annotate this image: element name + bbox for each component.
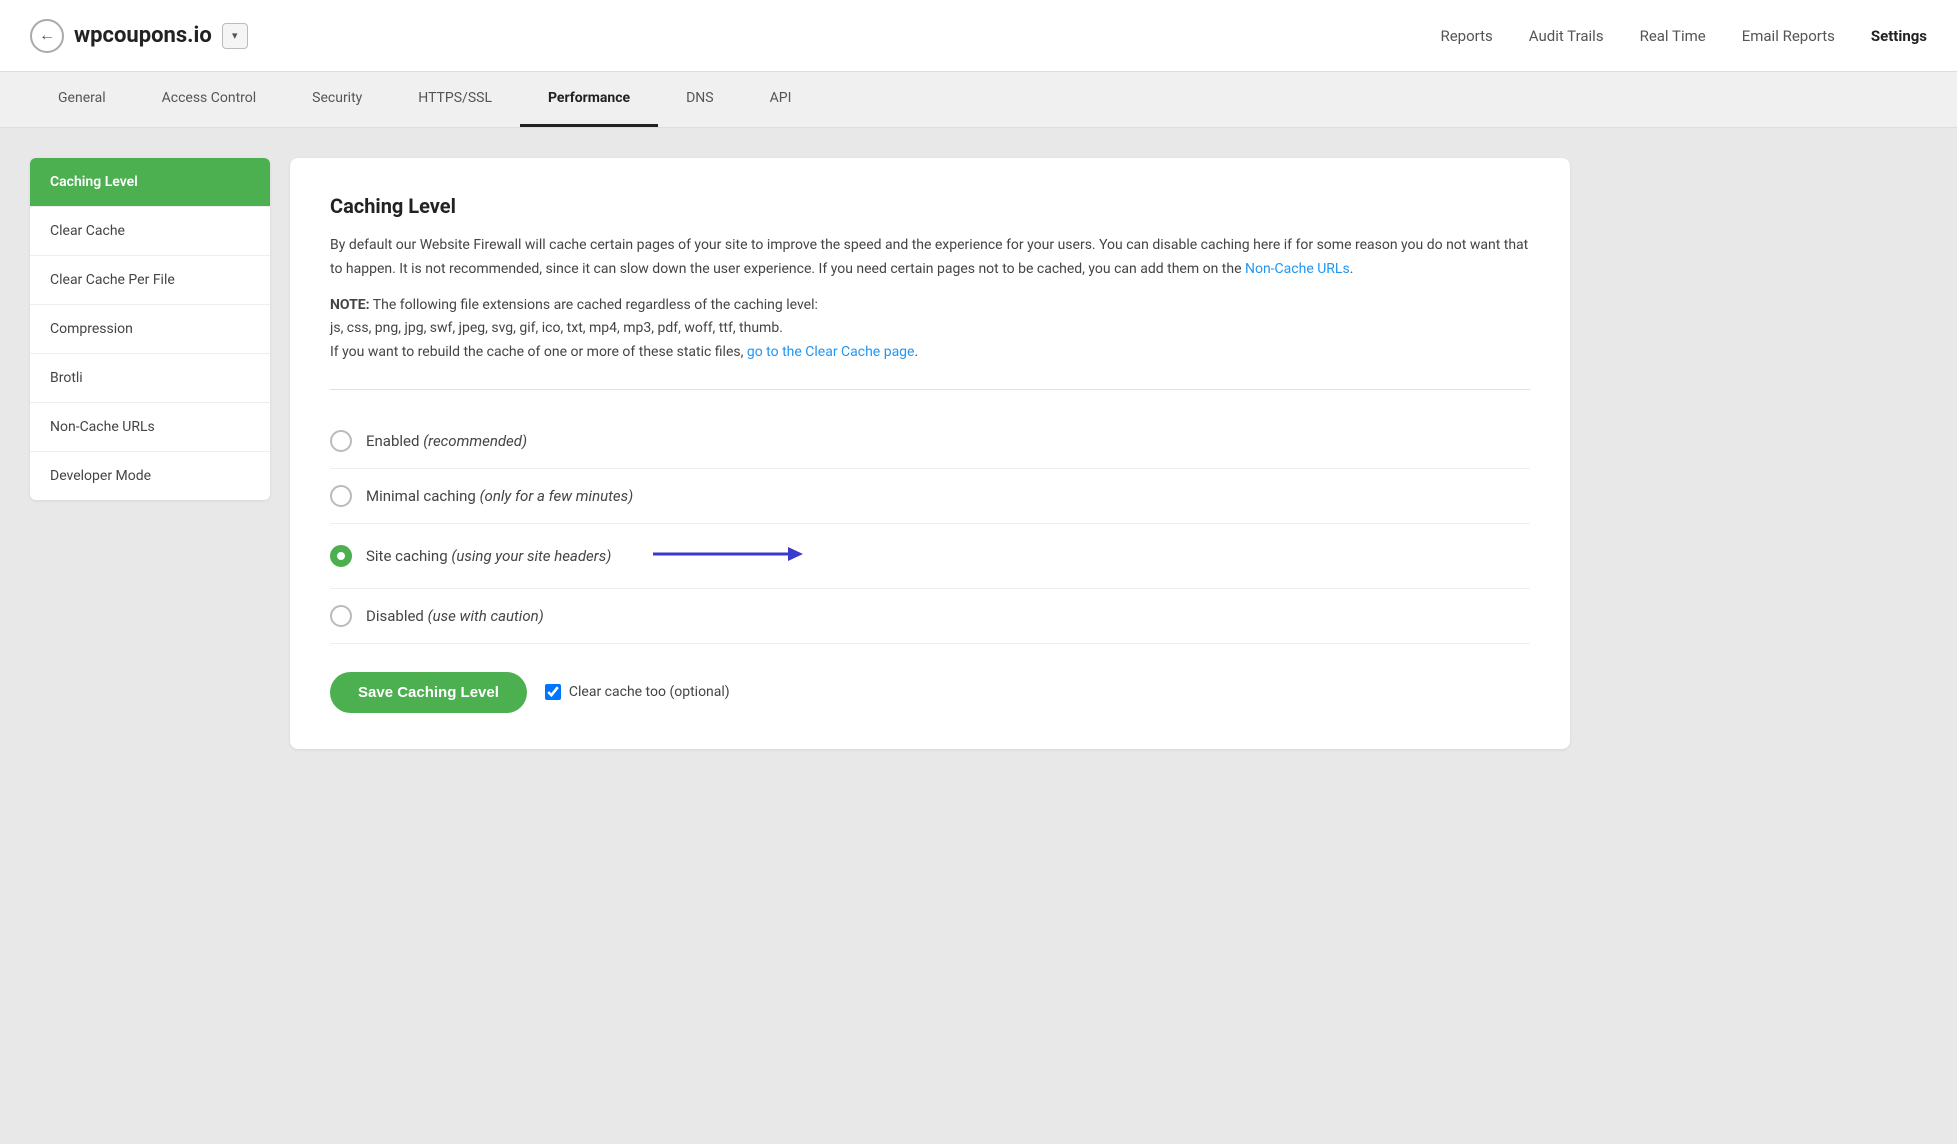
sidebar-item-developer-mode[interactable]: Developer Mode	[30, 452, 270, 500]
header: ← wpcoupons.io ▾ Reports Audit Trails Re…	[0, 0, 1957, 72]
nav-settings[interactable]: Settings	[1871, 27, 1927, 45]
sidebar-item-caching-level[interactable]: Caching Level	[30, 158, 270, 207]
content-panel: Caching Level By default our Website Fir…	[290, 158, 1570, 749]
radio-option-minimal[interactable]: Minimal caching (only for a few minutes)	[330, 469, 1530, 524]
header-nav: Reports Audit Trails Real Time Email Rep…	[1440, 27, 1927, 45]
radio-site-caching[interactable]	[330, 545, 352, 567]
sidebar-item-brotli[interactable]: Brotli	[30, 354, 270, 403]
tab-https-ssl[interactable]: HTTPS/SSL	[390, 72, 520, 127]
radio-option-disabled[interactable]: Disabled (use with caution)	[330, 589, 1530, 644]
content-description: By default our Website Firewall will cac…	[330, 234, 1530, 282]
header-left: ← wpcoupons.io ▾	[30, 19, 1440, 53]
radio-enabled[interactable]	[330, 430, 352, 452]
content-note: NOTE: The following file extensions are …	[330, 294, 1530, 365]
content-title: Caching Level	[330, 194, 1530, 218]
radio-minimal[interactable]	[330, 485, 352, 507]
nav-real-time[interactable]: Real Time	[1640, 27, 1706, 45]
tab-security[interactable]: Security	[284, 72, 390, 127]
dropdown-icon: ▾	[232, 29, 238, 42]
nav-email-reports[interactable]: Email Reports	[1742, 27, 1835, 45]
clear-cache-checkbox-label[interactable]: Clear cache too (optional)	[545, 684, 730, 700]
radio-option-site-caching[interactable]: Site caching (using your site headers)	[330, 524, 1530, 589]
tab-api[interactable]: API	[742, 72, 820, 127]
sidebar-item-compression[interactable]: Compression	[30, 305, 270, 354]
nav-reports[interactable]: Reports	[1440, 27, 1492, 45]
radio-enabled-label: Enabled (recommended)	[366, 432, 527, 450]
radio-disabled[interactable]	[330, 605, 352, 627]
radio-site-caching-label: Site caching (using your site headers)	[366, 547, 611, 565]
back-icon: ←	[39, 27, 55, 45]
non-cache-urls-link[interactable]: Non-Cache URLs	[1245, 261, 1350, 277]
tab-general[interactable]: General	[30, 72, 134, 127]
sidebar: Caching Level Clear Cache Clear Cache Pe…	[30, 158, 270, 500]
radio-option-enabled[interactable]: Enabled (recommended)	[330, 414, 1530, 469]
main-layout: Caching Level Clear Cache Clear Cache Pe…	[0, 128, 1600, 779]
sidebar-item-non-cache-urls[interactable]: Non-Cache URLs	[30, 403, 270, 452]
sidebar-item-clear-cache-per-file[interactable]: Clear Cache Per File	[30, 256, 270, 305]
radio-disabled-label: Disabled (use with caution)	[366, 607, 544, 625]
back-button[interactable]: ←	[30, 19, 64, 53]
arrow-annotation	[643, 540, 803, 572]
clear-cache-label: Clear cache too (optional)	[569, 684, 730, 700]
tab-access-control[interactable]: Access Control	[134, 72, 285, 127]
tab-performance[interactable]: Performance	[520, 72, 658, 127]
tab-dns[interactable]: DNS	[658, 72, 742, 127]
radio-minimal-label: Minimal caching (only for a few minutes)	[366, 487, 633, 505]
save-section: Save Caching Level Clear cache too (opti…	[330, 672, 1530, 713]
nav-audit-trails[interactable]: Audit Trails	[1529, 27, 1604, 45]
site-dropdown-button[interactable]: ▾	[222, 23, 248, 49]
save-caching-level-button[interactable]: Save Caching Level	[330, 672, 527, 713]
sidebar-item-clear-cache[interactable]: Clear Cache	[30, 207, 270, 256]
divider-top	[330, 389, 1530, 390]
clear-cache-page-link[interactable]: go to the Clear Cache page	[747, 344, 915, 360]
tabs-bar: General Access Control Security HTTPS/SS…	[0, 72, 1957, 128]
clear-cache-checkbox[interactable]	[545, 684, 561, 700]
site-title: wpcoupons.io	[74, 23, 212, 48]
